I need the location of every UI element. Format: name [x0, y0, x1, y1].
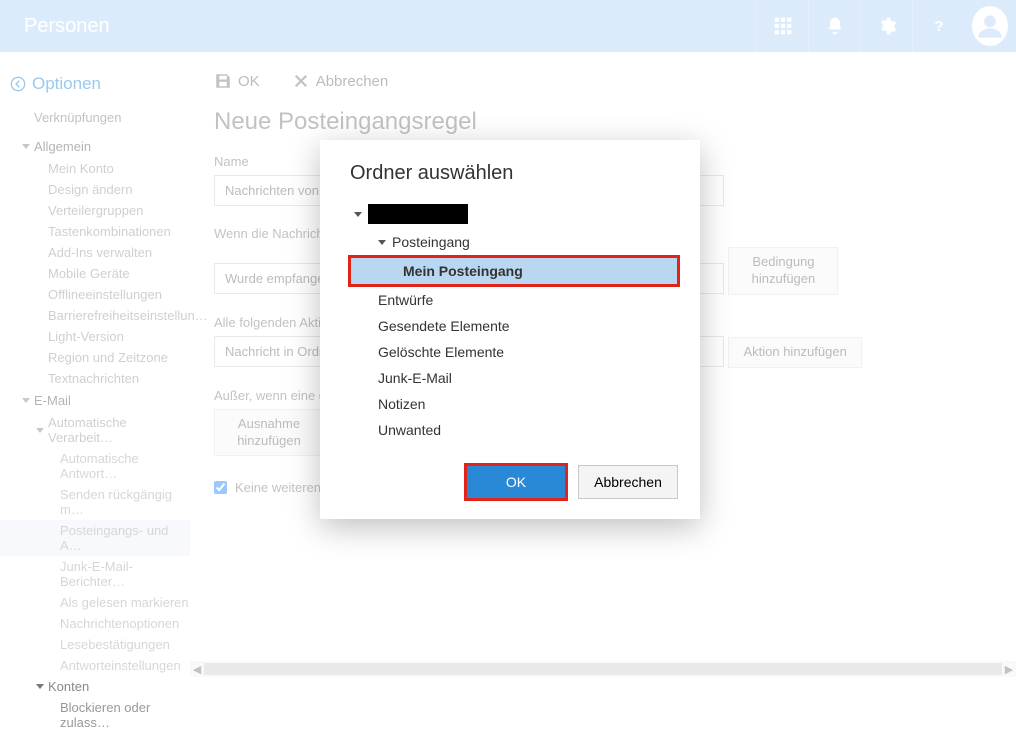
nav-item[interactable]: Design ändern: [0, 179, 190, 200]
caret-down-icon: [378, 240, 386, 245]
nav-item[interactable]: Blockieren oder zulass…: [0, 697, 190, 733]
nav-section-general[interactable]: Allgemein: [0, 135, 190, 158]
app-title: Personen: [0, 15, 756, 38]
svg-text:?: ?: [934, 18, 943, 35]
caret-down-icon: [36, 684, 44, 689]
settings-icon[interactable]: [860, 0, 912, 52]
dialog-buttons: OK Abbrechen: [350, 465, 678, 499]
tree-node[interactable]: Entwürfe: [350, 287, 678, 313]
nav-shortcuts[interactable]: Verknüpfungen: [0, 106, 190, 135]
tree-node[interactable]: Unwanted: [350, 417, 678, 443]
page-heading: Neue Posteingangsregel: [214, 108, 992, 136]
nav-item[interactable]: Mein Konto: [0, 158, 190, 179]
account-name-redacted: [368, 204, 468, 224]
nav-item[interactable]: Textnachrichten: [0, 368, 190, 389]
nav-item[interactable]: Offlineeinstellungen: [0, 284, 190, 305]
nav-item[interactable]: Tastenkombinationen: [0, 221, 190, 242]
tree-node[interactable]: Notizen: [350, 391, 678, 417]
back-arrow-icon: [10, 76, 26, 92]
horizontal-scrollbar[interactable]: ◀ ▶: [190, 661, 1016, 677]
nav-item[interactable]: Verteilergruppen: [0, 200, 190, 221]
nav-item[interactable]: Mobile Geräte: [0, 263, 190, 284]
nav-item[interactable]: Antworteinstellungen: [0, 655, 190, 676]
nav-item[interactable]: Barrierefreiheitseinstellun…: [0, 305, 190, 326]
nav-item-inbox-rules[interactable]: Posteingangs- und A…: [0, 520, 190, 556]
close-icon: [292, 72, 310, 90]
options-sidebar: Optionen Verknüpfungen Allgemein Mein Ko…: [0, 52, 190, 681]
tree-node[interactable]: Junk-E-Mail: [350, 365, 678, 391]
add-action-button[interactable]: Aktion hinzufügen: [728, 337, 861, 368]
scroll-thumb[interactable]: [204, 663, 1002, 675]
add-condition-button[interactable]: Bedingung hinzufügen: [728, 247, 838, 295]
nav-item[interactable]: Als gelesen markieren: [0, 592, 190, 613]
tree-node-selected[interactable]: Mein Posteingang: [350, 257, 678, 285]
nav-item[interactable]: Automatische Antwort…: [0, 448, 190, 484]
dialog-title: Ordner auswählen: [350, 162, 678, 185]
nav-item[interactable]: Add-Ins verwalten: [0, 242, 190, 263]
notifications-icon[interactable]: [808, 0, 860, 52]
add-exception-button[interactable]: Ausnahme hinzufügen: [214, 409, 324, 457]
options-heading-text: Optionen: [32, 74, 101, 94]
caret-down-icon: [354, 212, 362, 217]
nav-item[interactable]: Lesebestätigungen: [0, 634, 190, 655]
caret-down-icon: [22, 144, 30, 149]
nav-item[interactable]: Region und Zeitzone: [0, 347, 190, 368]
nav-item[interactable]: Junk-E-Mail-Berichter…: [0, 556, 190, 592]
cancel-button[interactable]: Abbrechen: [292, 72, 389, 90]
dialog-ok-button[interactable]: OK: [466, 465, 566, 499]
tree-node[interactable]: Gelöschte Elemente: [350, 339, 678, 365]
scroll-left-icon[interactable]: ◀: [190, 661, 204, 677]
scroll-right-icon[interactable]: ▶: [1002, 661, 1016, 677]
nav-subsection-accounts[interactable]: Konten: [0, 676, 190, 697]
caret-down-icon: [22, 398, 30, 403]
tree-node[interactable]: Gesendete Elemente: [350, 313, 678, 339]
header-icons: ?: [756, 0, 1016, 52]
app-launcher-icon[interactable]: [756, 0, 808, 52]
nav-item[interactable]: Nachrichtenoptionen: [0, 613, 190, 634]
tree-root-node[interactable]: [350, 199, 678, 229]
dialog-cancel-button[interactable]: Abbrechen: [578, 465, 678, 499]
help-icon[interactable]: ?: [912, 0, 964, 52]
stop-rules-checkbox[interactable]: [214, 481, 227, 494]
folder-tree: Posteingang Mein Posteingang Entwürfe Ge…: [350, 199, 678, 443]
page-toolbar: OK Abbrechen: [214, 72, 992, 90]
tree-node-inbox[interactable]: Posteingang: [350, 229, 678, 255]
folder-picker-dialog: Ordner auswählen Posteingang Mein Postei…: [320, 140, 700, 519]
options-heading[interactable]: Optionen: [0, 70, 190, 106]
nav-subsection-auto[interactable]: Automatische Verarbeit…: [0, 412, 190, 448]
app-header: Personen ?: [0, 0, 1016, 52]
save-button[interactable]: OK: [214, 72, 260, 90]
save-icon: [214, 72, 232, 90]
nav-item[interactable]: Light-Version: [0, 326, 190, 347]
account-avatar[interactable]: [964, 0, 1016, 52]
nav-item[interactable]: Senden rückgängig m…: [0, 484, 190, 520]
nav-section-email[interactable]: E-Mail: [0, 389, 190, 412]
caret-down-icon: [36, 428, 44, 433]
